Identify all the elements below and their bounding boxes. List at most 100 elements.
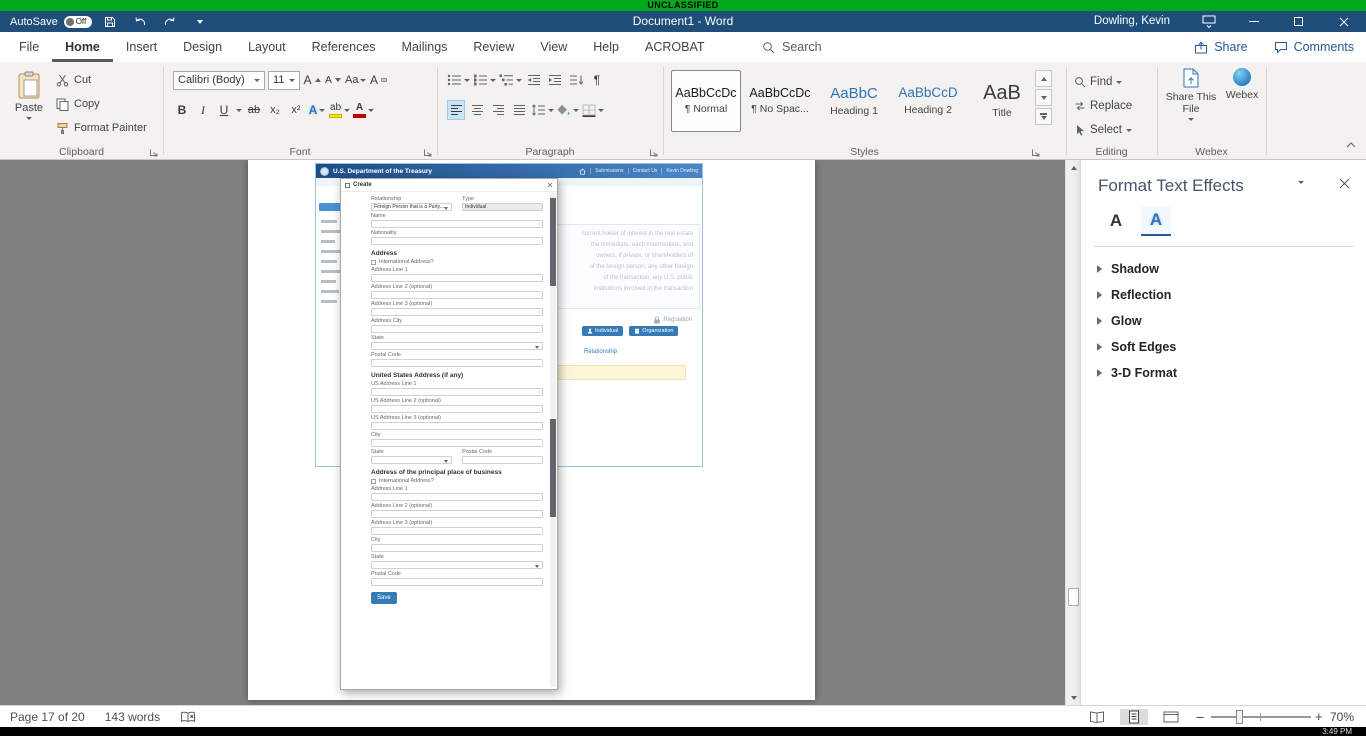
align-left-button[interactable]: [447, 100, 465, 120]
zoom-slider-thumb[interactable]: [1236, 710, 1243, 724]
shadow-section[interactable]: Shadow: [1097, 258, 1159, 280]
styles-gallery-scroll-down[interactable]: [1035, 89, 1052, 106]
grow-font-button[interactable]: A: [303, 70, 321, 90]
style-heading-2[interactable]: AaBbCcD Heading 2: [893, 70, 963, 132]
superscript-button[interactable]: x²: [287, 100, 305, 120]
select-button[interactable]: Select: [1074, 120, 1132, 140]
glow-section[interactable]: Glow: [1097, 310, 1142, 332]
soft-edges-section[interactable]: Soft Edges: [1097, 336, 1176, 358]
account-user-name[interactable]: Dowling, Kevin: [1094, 11, 1170, 32]
zoom-percentage[interactable]: 70%: [1330, 706, 1354, 728]
print-layout-view-button[interactable]: [1120, 709, 1148, 725]
paste-button[interactable]: Paste: [8, 67, 50, 155]
decrease-indent-button[interactable]: [525, 70, 543, 90]
document-page[interactable]: U.S. Department of the Treasury Submissi…: [248, 160, 815, 700]
word-count[interactable]: 143 words: [105, 710, 160, 724]
subscript-button[interactable]: x₂: [266, 100, 284, 120]
document-scrollbar[interactable]: [1065, 160, 1080, 705]
clear-formatting-button[interactable]: A: [369, 70, 387, 90]
scroll-down-icon[interactable]: [1066, 690, 1081, 705]
copy-button[interactable]: Copy: [56, 94, 100, 114]
reflection-section[interactable]: Reflection: [1097, 284, 1171, 306]
italic-button[interactable]: I: [194, 100, 212, 120]
tab-help[interactable]: Help: [580, 32, 632, 62]
multilevel-list-button[interactable]: [499, 70, 522, 90]
close-window-button[interactable]: [1321, 11, 1366, 32]
justify-button[interactable]: [510, 100, 528, 120]
quick-access-toolbar-dropdown-icon[interactable]: [188, 11, 212, 32]
tab-design[interactable]: Design: [170, 32, 235, 62]
font-color-button[interactable]: A: [353, 100, 374, 120]
underline-button[interactable]: U: [215, 100, 233, 120]
change-case-button[interactable]: Aa: [345, 70, 366, 90]
tab-view[interactable]: View: [527, 32, 580, 62]
styles-gallery-scroll-up[interactable]: [1035, 70, 1052, 87]
scroll-up-icon[interactable]: [1066, 160, 1081, 175]
page-indicator[interactable]: Page 17 of 20: [10, 710, 85, 724]
zoom-in-button[interactable]: +: [1315, 706, 1323, 728]
scrollbar-thumb[interactable]: [1068, 588, 1079, 606]
numbering-button[interactable]: [473, 70, 496, 90]
style-heading-1[interactable]: AaBbC Heading 1: [819, 70, 889, 132]
increase-indent-button[interactable]: [546, 70, 564, 90]
us-city-field: [371, 439, 543, 447]
pane-close-icon[interactable]: [1339, 178, 1350, 189]
style-title[interactable]: AaB Title: [967, 70, 1037, 132]
share-button[interactable]: Share: [1194, 40, 1247, 54]
style-no-spacing[interactable]: AaBbCcDc ¶ No Spac...: [745, 70, 815, 132]
format-painter-button[interactable]: Format Painter: [56, 118, 147, 138]
tab-file[interactable]: File: [6, 32, 52, 62]
shading-button[interactable]: [557, 100, 579, 120]
pane-options-dropdown-icon[interactable]: [1298, 184, 1304, 202]
comments-button[interactable]: Comments: [1274, 40, 1354, 54]
style-normal[interactable]: AaBbCcDc ¶ Normal: [671, 70, 741, 132]
sort-button[interactable]: [567, 70, 585, 90]
text-effects-tab[interactable]: A: [1141, 206, 1171, 236]
minimize-button[interactable]: [1231, 11, 1276, 32]
webex-button[interactable]: Webex: [1223, 68, 1261, 101]
font-name-combobox[interactable]: Calibri (Body): [173, 71, 265, 90]
tab-layout[interactable]: Layout: [235, 32, 299, 62]
bold-button[interactable]: B: [173, 100, 191, 120]
text-effects-button[interactable]: A: [308, 100, 326, 120]
borders-button[interactable]: [582, 100, 604, 120]
read-mode-view-button[interactable]: [1083, 709, 1111, 725]
tab-insert[interactable]: Insert: [113, 32, 170, 62]
tab-review[interactable]: Review: [460, 32, 527, 62]
zoom-out-button[interactable]: −: [1196, 706, 1204, 728]
ribbon-display-options-icon[interactable]: [1186, 11, 1231, 32]
redo-icon[interactable]: [158, 11, 182, 32]
web-layout-view-button[interactable]: [1157, 709, 1185, 725]
align-right-button[interactable]: [489, 100, 507, 120]
shrink-font-button[interactable]: A: [324, 70, 342, 90]
search-box[interactable]: Search: [762, 32, 822, 62]
font-size-combobox[interactable]: 11: [268, 71, 300, 90]
underline-dropdown-icon[interactable]: [236, 109, 242, 112]
autosave-toggle[interactable]: Off: [64, 16, 92, 28]
replace-button[interactable]: Replace: [1074, 96, 1132, 116]
document-area[interactable]: U.S. Department of the Treasury Submissi…: [0, 160, 1065, 705]
proofing-errors-icon[interactable]: [180, 711, 196, 724]
collapse-ribbon-icon[interactable]: [1346, 142, 1356, 148]
show-paragraph-marks-button[interactable]: ¶: [588, 70, 606, 90]
strikethrough-button[interactable]: ab: [245, 100, 263, 120]
tab-home[interactable]: Home: [52, 32, 113, 62]
cut-button[interactable]: Cut: [56, 70, 91, 90]
embedded-create-dialog-image[interactable]: Create Relationship Foreign Person that …: [340, 178, 558, 690]
3d-format-section[interactable]: 3-D Format: [1097, 362, 1177, 384]
find-button[interactable]: Find: [1074, 72, 1122, 92]
text-highlight-color-button[interactable]: ab: [329, 100, 350, 120]
tab-acrobat[interactable]: ACROBAT: [632, 32, 718, 62]
undo-icon[interactable]: [128, 11, 152, 32]
tab-mailings[interactable]: Mailings: [389, 32, 461, 62]
text-fill-outline-tab[interactable]: A: [1101, 206, 1131, 236]
maximize-button[interactable]: [1276, 11, 1321, 32]
bullets-button[interactable]: [447, 70, 470, 90]
zoom-slider-track[interactable]: [1211, 716, 1311, 718]
line-spacing-button[interactable]: [531, 100, 554, 120]
align-center-button[interactable]: [468, 100, 486, 120]
save-icon[interactable]: [98, 11, 122, 32]
styles-gallery-more-button[interactable]: [1035, 108, 1052, 125]
tab-references[interactable]: References: [299, 32, 389, 62]
share-this-file-button[interactable]: Share This File: [1163, 68, 1219, 121]
